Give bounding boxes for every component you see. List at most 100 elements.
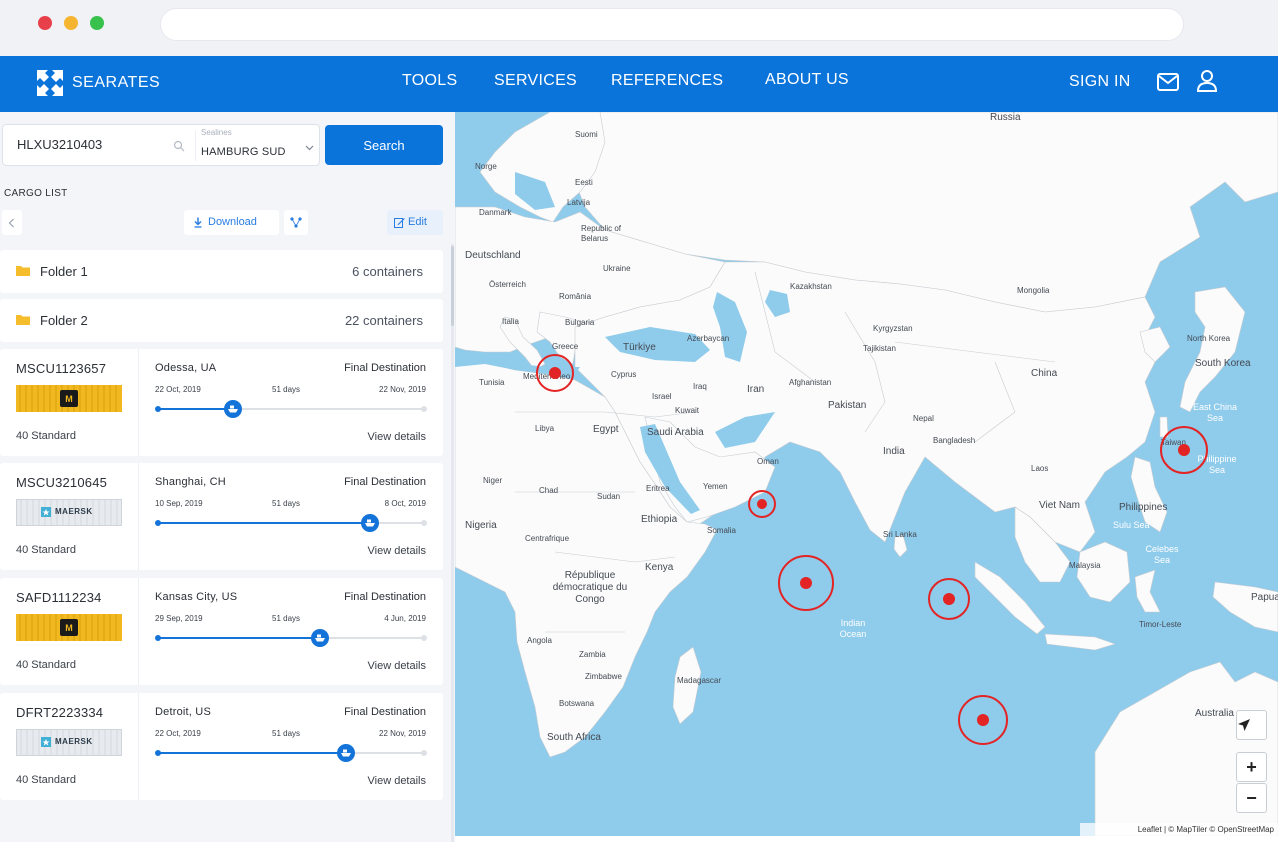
origin-city: Shanghai, CH	[155, 476, 226, 488]
container-card[interactable]: MSCU3210645 MAERSK 40 Standard Shanghai,…	[0, 463, 443, 570]
share-button[interactable]	[284, 210, 308, 235]
card-divider	[138, 463, 139, 570]
folder-name: Folder 2	[40, 313, 88, 328]
sealine-label: Sealines	[201, 128, 232, 137]
map-place-label: Latvija	[567, 198, 591, 207]
origin-point	[155, 520, 161, 526]
map-place-label: Angola	[527, 636, 552, 645]
scrollbar-thumb[interactable]	[451, 246, 454, 326]
map-place-label: Malaysia	[1069, 561, 1101, 570]
vessel-marker-dot[interactable]	[977, 714, 989, 726]
map-place-label: Bulgaria	[565, 318, 595, 327]
map-place-label: Oman	[757, 457, 779, 466]
container-card[interactable]: MSCU1123657 M 40 Standard Odessa, UA Fin…	[0, 349, 443, 456]
maersk-logo-text: MAERSK	[55, 507, 93, 516]
folder-name: Folder 1	[40, 264, 88, 279]
map-attribution[interactable]: Leaflet | © MapTiler © OpenStreetMap	[1080, 823, 1278, 836]
map-place-label: Zimbabwe	[585, 672, 622, 681]
container-card[interactable]: DFRT2223334 MAERSK 40 Standard Detroit, …	[0, 693, 443, 800]
zoom-in-button[interactable]: +	[1236, 752, 1267, 782]
map-place-label: République démocratique du Congo	[552, 570, 628, 605]
maximize-window-button[interactable]	[90, 16, 104, 30]
container-id: DFRT2223334	[16, 705, 104, 720]
map-place-label: Sudan	[597, 492, 621, 501]
map-land-layer	[455, 112, 1278, 836]
origin-city: Detroit, US	[155, 706, 211, 718]
folder-item[interactable]: Folder 1 6 containers	[0, 250, 443, 293]
vessel-marker-dot[interactable]	[943, 593, 955, 605]
map-place-label: Papua	[1251, 592, 1278, 603]
folder-item[interactable]: Folder 2 22 containers	[0, 299, 443, 342]
view-details-link[interactable]: View details	[368, 660, 427, 672]
transit-duration: 51 days	[272, 729, 301, 738]
container-type: 40 Standard	[16, 774, 76, 786]
scrollbar-track[interactable]	[451, 244, 454, 842]
minimize-window-button[interactable]	[64, 16, 78, 30]
map-place-label: Türkiye	[623, 342, 656, 353]
arrival-date: 22 Nov, 2019	[379, 385, 426, 394]
map-place-label: Madagascar	[677, 676, 722, 685]
view-details-link[interactable]: View details	[368, 431, 427, 443]
edit-button[interactable]: Edit	[387, 210, 443, 235]
vessel-marker-dot[interactable]	[800, 577, 812, 589]
container-id: MSCU3210645	[16, 475, 108, 490]
nav-references-link[interactable]: REFERENCES	[611, 72, 723, 90]
sealine-select[interactable]: HAMBURG SUD	[201, 146, 286, 158]
nav-about-link[interactable]: ABOUT US	[765, 71, 849, 89]
final-destination-label: Final Destination	[344, 362, 426, 374]
map-place-label: Libya	[535, 424, 555, 433]
nav-services-link[interactable]: SERVICES	[494, 72, 577, 90]
origin-point	[155, 635, 161, 641]
close-window-button[interactable]	[38, 16, 52, 30]
map-place-label: Saudi Arabia	[647, 427, 704, 438]
destination-point	[421, 635, 427, 641]
view-details-link[interactable]: View details	[368, 545, 427, 557]
locate-button[interactable]	[1236, 710, 1267, 740]
search-button[interactable]: Search	[325, 125, 443, 165]
map-place-label: Timor-Leste	[1139, 620, 1182, 629]
world-map[interactable]: Russia Suomi Norge Eesti Latvija Danmark Repub…	[455, 112, 1278, 836]
svg-text:M: M	[65, 394, 73, 404]
map-place-label: Israel	[652, 392, 672, 401]
locate-arrow-icon	[1238, 719, 1250, 731]
map-place-label: Chad	[539, 486, 559, 495]
final-destination-label: Final Destination	[344, 706, 426, 718]
address-bar[interactable]	[160, 8, 1184, 41]
mail-icon[interactable]	[1156, 71, 1180, 93]
zoom-out-button[interactable]: −	[1236, 783, 1267, 813]
brand-name[interactable]: SEARATES	[72, 74, 160, 92]
origin-city: Odessa, UA	[155, 362, 217, 374]
map-place-label: Indian Ocean	[839, 618, 867, 639]
departure-date: 10 Sep, 2019	[155, 499, 203, 508]
view-details-link[interactable]: View details	[368, 775, 427, 787]
map-place-label: Zambia	[579, 650, 606, 659]
chevron-down-icon[interactable]	[305, 145, 314, 151]
origin-city: Kansas City, US	[155, 591, 238, 603]
vessel-marker-dot[interactable]	[1178, 444, 1190, 456]
map-place-label: Eritrea	[646, 484, 670, 493]
transit-duration: 51 days	[272, 499, 301, 508]
map-place-label: Suomi	[575, 130, 598, 139]
container-id: MSCU1123657	[16, 361, 107, 376]
map-place-label: Yemen	[703, 482, 728, 491]
svg-text:M: M	[65, 623, 73, 633]
chevron-left-icon	[8, 218, 14, 228]
nav-tools-link[interactable]: TOOLS	[402, 72, 457, 90]
folder-count: 22 containers	[344, 313, 423, 328]
map-place-label: Pakistan	[828, 400, 867, 411]
map-place-label: Ukraine	[603, 264, 631, 273]
container-card[interactable]: SAFD1112234 M 40 Standard Kansas City, U…	[0, 578, 443, 685]
folder-icon	[16, 315, 30, 325]
back-button[interactable]	[2, 210, 22, 235]
container-number-input[interactable]	[17, 137, 167, 152]
map-place-label: Österreich	[489, 280, 526, 289]
user-icon[interactable]	[1196, 69, 1218, 93]
vessel-marker-dot[interactable]	[549, 367, 561, 379]
page-bottom	[455, 836, 1278, 842]
map-place-label: China	[1031, 368, 1058, 379]
vessel-marker-dot[interactable]	[757, 499, 767, 509]
transit-duration: 51 days	[272, 385, 301, 394]
download-button[interactable]: Download	[184, 210, 279, 235]
sign-in-link[interactable]: SIGN IN	[1069, 73, 1131, 91]
map-place-label: Azerbaycan	[687, 334, 730, 343]
